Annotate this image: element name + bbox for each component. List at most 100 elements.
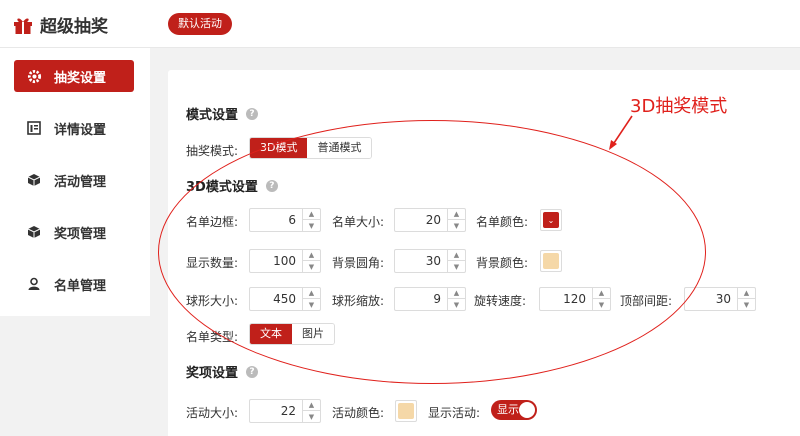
sidebar-item-label: 活动管理 (54, 174, 107, 190)
list-border-input[interactable]: 6 ▲ ▼ (249, 208, 321, 232)
increment-button[interactable]: ▲ (303, 209, 320, 220)
increment-button[interactable]: ▲ (303, 250, 320, 261)
increment-button[interactable]: ▲ (738, 288, 755, 299)
app-title: 超级抽奖 (40, 17, 108, 37)
section-title-text: 模式设置 (186, 108, 239, 123)
decrement-button[interactable]: ▼ (448, 299, 465, 310)
top-bar: 超级抽奖 默认活动 (0, 0, 800, 48)
list-color-picker[interactable]: ⌄ (540, 209, 562, 231)
decrement-button[interactable]: ▼ (303, 220, 320, 231)
top-margin-label: 顶部间距: (620, 294, 673, 308)
list-size-value: 20 (425, 213, 441, 227)
decrement-button[interactable]: ▼ (303, 299, 320, 310)
rotate-speed-label: 旋转速度: (474, 294, 527, 308)
user-icon (26, 276, 42, 292)
help-icon[interactable]: ? (265, 179, 278, 192)
sidebar-item-prize-management[interactable]: 奖项管理 (14, 216, 134, 248)
toggle-knob (519, 402, 535, 418)
show-activity-label: 显示活动: (428, 406, 481, 420)
sidebar-item-detail-settings[interactable]: 详情设置 (14, 112, 134, 144)
sidebar-item-list-management[interactable]: 名单管理 (14, 268, 134, 300)
spinner: ▲ ▼ (302, 209, 320, 231)
show-count-input[interactable]: 100 ▲ ▼ (249, 249, 321, 273)
sidebar: 抽奖设置 详情设置 活动管理 奖项管理 名单管理 (0, 48, 150, 316)
list-type-image-button[interactable]: 图片 (292, 324, 334, 344)
rotate-speed-value: 120 (563, 292, 586, 306)
gear-icon (26, 68, 42, 84)
sidebar-item-label: 奖项管理 (54, 226, 107, 242)
list-type-text-button[interactable]: 文本 (250, 324, 292, 344)
spinner: ▲ ▼ (447, 250, 465, 272)
sphere-size-input[interactable]: 450 ▲ ▼ (249, 287, 321, 311)
bg-color-picker[interactable] (540, 250, 562, 272)
decrement-button[interactable]: ▼ (448, 220, 465, 231)
sphere-scale-value: 9 (433, 292, 441, 306)
spinner: ▲ ▼ (447, 209, 465, 231)
sphere-size-value: 450 (273, 292, 296, 306)
spinner: ▲ ▼ (447, 288, 465, 310)
increment-button[interactable]: ▲ (303, 288, 320, 299)
top-margin-input[interactable]: 30 ▲ ▼ (684, 287, 756, 311)
section-title-text: 3D模式设置 (186, 180, 258, 195)
activity-selector-button[interactable]: 默认活动 (168, 13, 232, 35)
lottery-mode-label: 抽奖模式: (186, 144, 239, 158)
sidebar-item-lottery-settings[interactable]: 抽奖设置 (14, 60, 134, 92)
help-icon[interactable]: ? (246, 107, 259, 120)
list-type-segmented: 文本 图片 (249, 323, 335, 345)
increment-button[interactable]: ▲ (448, 288, 465, 299)
list-border-label: 名单边框: (186, 215, 239, 229)
list-size-input[interactable]: 20 ▲ ▼ (394, 208, 466, 232)
list-border-value: 6 (288, 213, 296, 227)
mode-3d-button[interactable]: 3D模式 (250, 138, 308, 158)
settings-panel: 模式设置 ? 抽奖模式: 3D模式 普通模式 3D模式设置 ? 名单边框: 6 … (168, 70, 800, 436)
list-type-label: 名单类型: (186, 330, 239, 344)
activity-size-label: 活动大小: (186, 406, 239, 420)
show-count-value: 100 (273, 254, 296, 268)
decrement-button[interactable]: ▼ (448, 261, 465, 272)
list-color-label: 名单颜色: (476, 215, 529, 229)
activity-size-input[interactable]: 22 ▲ ▼ (249, 399, 321, 423)
sphere-size-label: 球形大小: (186, 294, 239, 308)
decrement-button[interactable]: ▼ (303, 261, 320, 272)
spinner: ▲ ▼ (737, 288, 755, 310)
decrement-button[interactable]: ▼ (593, 299, 610, 310)
gift-icon (14, 18, 32, 34)
top-margin-value: 30 (715, 292, 731, 306)
color-swatch-fill (543, 253, 559, 269)
chevron-down-icon: ⌄ (543, 212, 559, 228)
color-swatch-fill (398, 403, 414, 419)
sidebar-item-label: 详情设置 (54, 122, 107, 138)
box-icon (26, 172, 42, 188)
show-count-label: 显示数量: (186, 256, 239, 270)
activity-color-label: 活动颜色: (332, 406, 385, 420)
bg-radius-input[interactable]: 30 ▲ ▼ (394, 249, 466, 273)
mode-normal-button[interactable]: 普通模式 (307, 138, 372, 158)
help-icon[interactable]: ? (246, 365, 259, 378)
spinner: ▲ ▼ (592, 288, 610, 310)
sidebar-item-label: 抽奖设置 (54, 70, 107, 86)
spinner: ▲ ▼ (302, 250, 320, 272)
lottery-mode-segmented: 3D模式 普通模式 (249, 137, 373, 159)
bg-radius-value: 30 (425, 254, 441, 268)
annotation-label: 3D抽奖模式 (630, 96, 728, 117)
document-icon (26, 120, 42, 136)
sidebar-item-activity-management[interactable]: 活动管理 (14, 164, 134, 196)
show-activity-toggle[interactable]: 显示 (491, 400, 537, 420)
bg-radius-label: 背景圆角: (332, 256, 385, 270)
increment-button[interactable]: ▲ (448, 250, 465, 261)
decrement-button[interactable]: ▼ (303, 411, 320, 422)
increment-button[interactable]: ▲ (593, 288, 610, 299)
rotate-speed-input[interactable]: 120 ▲ ▼ (539, 287, 611, 311)
app-logo: 超级抽奖 (12, 12, 108, 37)
spinner: ▲ ▼ (302, 400, 320, 422)
cube-icon (26, 224, 42, 240)
annotation-arrow-icon (609, 115, 633, 150)
activity-color-picker[interactable] (395, 400, 417, 422)
list-size-label: 名单大小: (332, 215, 385, 229)
increment-button[interactable]: ▲ (448, 209, 465, 220)
settings3d-section-title: 3D模式设置 ? (186, 176, 278, 195)
increment-button[interactable]: ▲ (303, 400, 320, 411)
activity-size-value: 22 (280, 404, 296, 418)
sphere-scale-input[interactable]: 9 ▲ ▼ (394, 287, 466, 311)
decrement-button[interactable]: ▼ (738, 299, 755, 310)
